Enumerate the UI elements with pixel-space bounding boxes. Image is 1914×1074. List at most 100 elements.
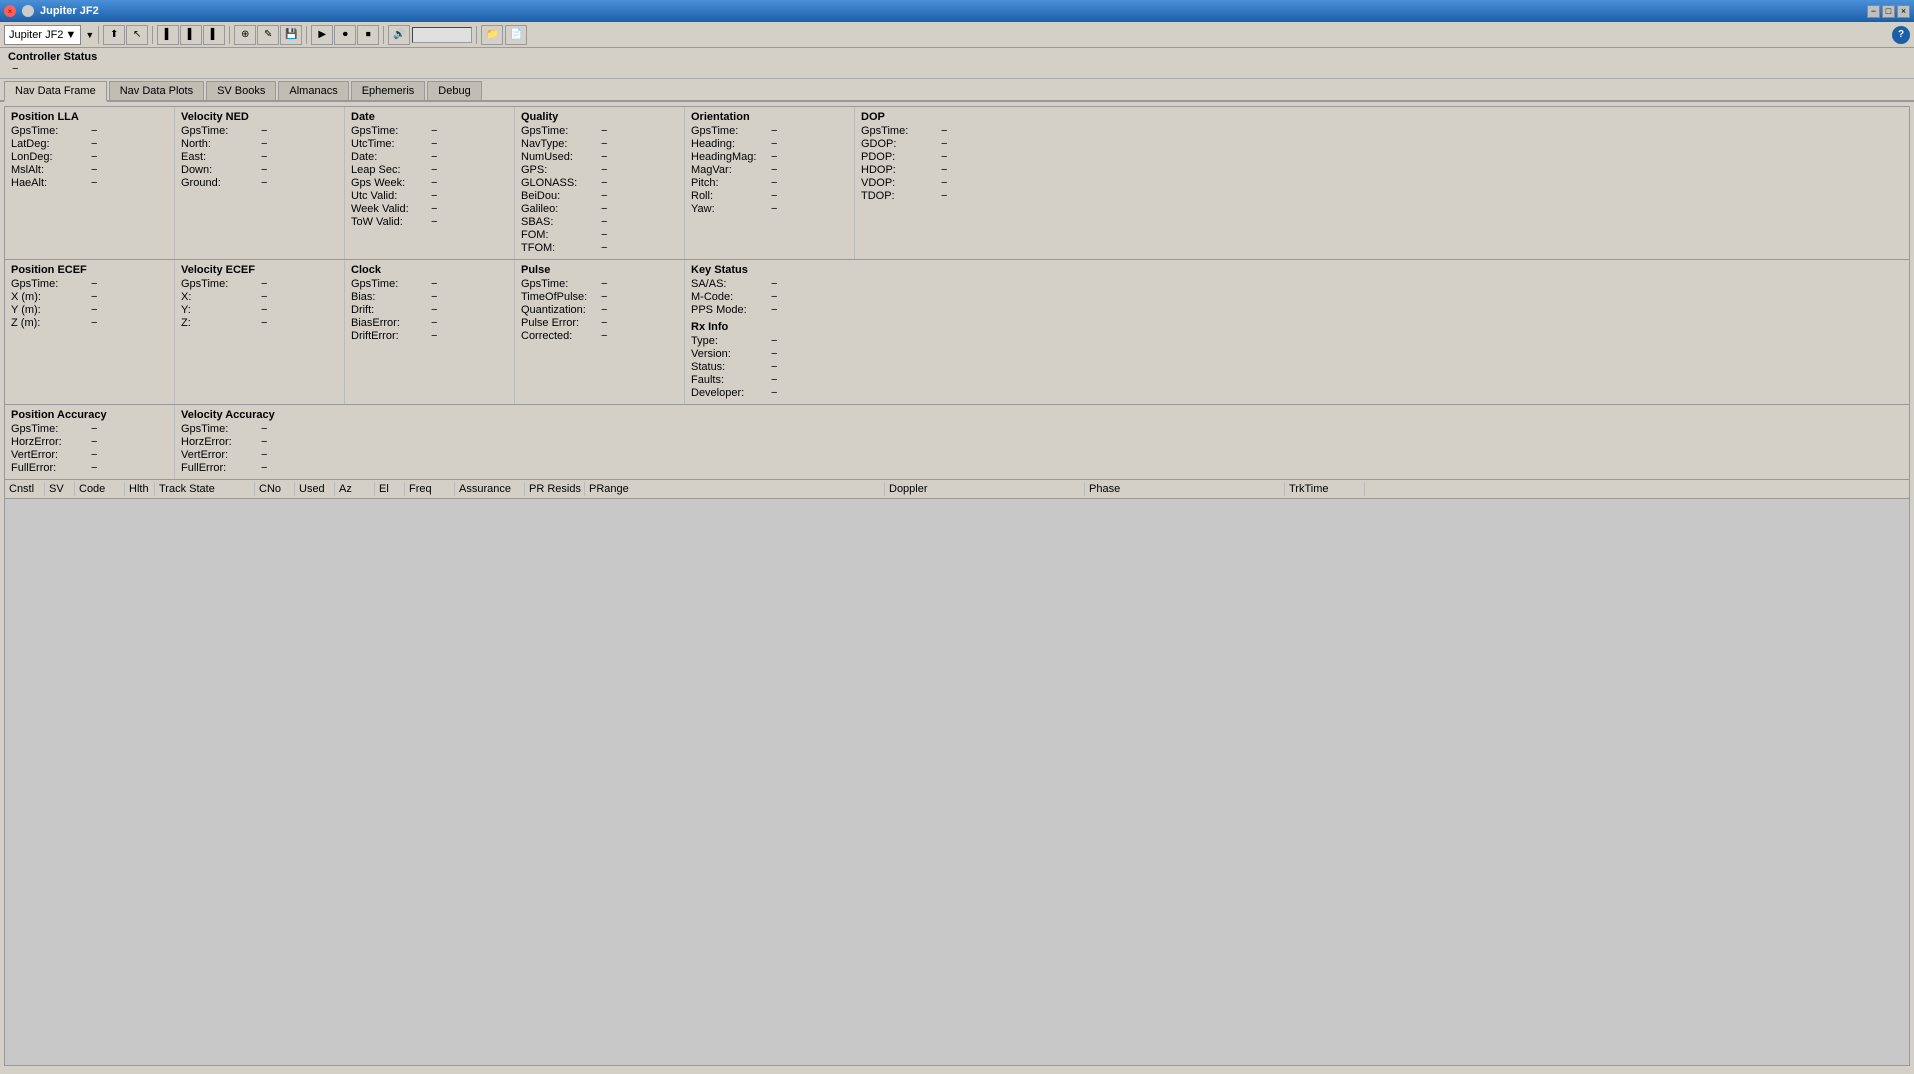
volume-slider[interactable] — [412, 27, 472, 43]
key-status-title: Key Status — [691, 264, 999, 276]
position-ecef-title: Position ECEF — [11, 264, 168, 276]
save-button[interactable]: 💾 — [280, 25, 302, 45]
date-leapsec: Leap Sec: − — [351, 164, 508, 176]
pointer-tool-button[interactable]: ↖ — [126, 25, 148, 45]
col-header-trktime: TrkTime — [1285, 482, 1365, 496]
velacc-verterror: VertError: − — [181, 449, 339, 461]
edit-button[interactable]: ✎ — [257, 25, 279, 45]
quality-title: Quality — [521, 111, 678, 123]
dropdown-arrow: ▼ — [65, 29, 76, 41]
bar-v1-button[interactable]: ▌ — [157, 25, 179, 45]
tab-nav-data-plots[interactable]: Nav Data Plots — [109, 81, 204, 100]
dop-gpstime: GpsTime: − — [861, 125, 1009, 137]
quality-tfom: TFOM: − — [521, 242, 678, 254]
tab-almanacs[interactable]: Almanacs — [278, 81, 348, 100]
pulse-panel: Pulse GpsTime: − TimeOfPulse: − Quantiza… — [515, 260, 685, 404]
col-header-sv: SV — [45, 482, 75, 496]
clock-panel: Clock GpsTime: − Bias: − Drift: − BiasEr… — [345, 260, 515, 404]
col-header-hlth: Hlth — [125, 482, 155, 496]
maximize-button[interactable]: □ — [1882, 5, 1895, 18]
window-close-button[interactable]: × — [1897, 5, 1910, 18]
bar-v3-button[interactable]: ▌ — [203, 25, 225, 45]
rxinfo-developer: Developer: − — [691, 387, 999, 399]
quality-numused: NumUsed: − — [521, 151, 678, 163]
vel-acc-title: Velocity Accuracy — [181, 409, 339, 421]
posacc-horzerror: HorzError: − — [11, 436, 168, 448]
document-button[interactable]: 📄 — [505, 25, 527, 45]
slider-icon: 🔊 — [388, 25, 410, 45]
controller-status-bar: Controller Status − — [0, 48, 1914, 79]
orientation-roll: Roll: − — [691, 190, 848, 202]
rxinfo-status: Status: − — [691, 361, 999, 373]
tab-nav-data-frame[interactable]: Nav Data Frame — [4, 81, 107, 102]
clock-gpstime: GpsTime: − — [351, 278, 508, 290]
controller-status-label: Controller Status — [8, 51, 97, 63]
vel-ned-east: East: − — [181, 151, 338, 163]
dop-vdop: VDOP: − — [861, 177, 1009, 189]
quality-galileo: Galileo: − — [521, 203, 678, 215]
orientation-panel: Orientation GpsTime: − Heading: − Headin… — [685, 107, 855, 259]
rx-info-sub-panel: Rx Info Type: − Version: − Status: − Fau… — [691, 321, 999, 400]
minimize-button[interactable]: − — [1867, 5, 1880, 18]
folder-button[interactable]: 📁 — [481, 25, 503, 45]
velocity-ecef-panel: Velocity ECEF GpsTime: − X: − Y: − Z: − — [175, 260, 345, 404]
col-header-pr-resids: PR Resids — [525, 482, 585, 496]
pulse-title: Pulse — [521, 264, 678, 276]
toolbar-group-1: ⬆ ↖ — [103, 25, 148, 45]
velocity-ecef-title: Velocity ECEF — [181, 264, 338, 276]
device-selector[interactable]: Jupiter JF2 ▼ — [4, 25, 81, 45]
orientation-headingmag: HeadingMag: − — [691, 151, 848, 163]
toolbar-separator-4 — [306, 26, 307, 44]
velocity-ned-panel: Velocity NED GpsTime: − North: − East: −… — [175, 107, 345, 259]
vecef-x: X: − — [181, 291, 338, 303]
date-utctime: UtcTime: − — [351, 138, 508, 150]
rxinfo-version: Version: − — [691, 348, 999, 360]
quality-gpstime: GpsTime: − — [521, 125, 678, 137]
stop-button[interactable]: ⏹ — [357, 25, 379, 45]
quality-sbas: SBAS: − — [521, 216, 678, 228]
dop-pdop: PDOP: − — [861, 151, 1009, 163]
quality-navtype: NavType: − — [521, 138, 678, 150]
quality-gps: GPS: − — [521, 164, 678, 176]
tab-ephemeris[interactable]: Ephemeris — [351, 81, 426, 100]
quality-beidou: BeiDou: − — [521, 190, 678, 202]
tab-debug[interactable]: Debug — [427, 81, 481, 100]
vecef-gpstime: GpsTime: − — [181, 278, 338, 290]
table-header-row: Cnstl SV Code Hlth Track State CNo Used … — [5, 480, 1909, 499]
vel-ned-gpstime: GpsTime: − — [181, 125, 338, 137]
close-button[interactable]: × — [4, 5, 16, 17]
pos-acc-title: Position Accuracy — [11, 409, 168, 421]
play-button[interactable]: ▶ — [311, 25, 333, 45]
clock-biaserror: BiasError: − — [351, 317, 508, 329]
toolbar-separator-5 — [383, 26, 384, 44]
position-accuracy-panel: Position Accuracy GpsTime: − HorzError: … — [5, 405, 175, 479]
tabs-bar: Nav Data Frame Nav Data Plots SV Books A… — [0, 79, 1914, 102]
orientation-title: Orientation — [691, 111, 848, 123]
date-title: Date — [351, 111, 508, 123]
dropdown-arrow-btn[interactable]: ▼ — [85, 30, 94, 40]
pos-lla-latdeg: LatDeg: − — [11, 138, 168, 150]
record-button[interactable]: ⏺ — [334, 25, 356, 45]
bar-v2-button[interactable]: ▌ — [180, 25, 202, 45]
panels-row-2: Position ECEF GpsTime: − X (m): − Y (m):… — [4, 260, 1910, 405]
position-lla-title: Position LLA — [11, 111, 168, 123]
toolbar-group-2: ▌ ▌ ▌ — [157, 25, 225, 45]
help-button[interactable]: ? — [1892, 26, 1910, 44]
connect-button[interactable]: ⊕ — [234, 25, 256, 45]
col-header-prange: PRange — [585, 482, 885, 496]
ecef-z: Z (m): − — [11, 317, 168, 329]
dop-hdop: HDOP: − — [861, 164, 1009, 176]
position-lla-panel: Position LLA GpsTime: − LatDeg: − LonDeg… — [5, 107, 175, 259]
col-header-el: El — [375, 482, 405, 496]
clock-bias: Bias: − — [351, 291, 508, 303]
velocity-accuracy-panel: Velocity Accuracy GpsTime: − HorzError: … — [175, 405, 345, 479]
pulse-corrected: Corrected: − — [521, 330, 678, 342]
toolbar-separator-2 — [152, 26, 153, 44]
velacc-horzerror: HorzError: − — [181, 436, 339, 448]
orientation-yaw: Yaw: − — [691, 203, 848, 215]
posacc-fullerror: FullError: − — [11, 462, 168, 474]
dop-gdop: GDOP: − — [861, 138, 1009, 150]
tab-sv-books[interactable]: SV Books — [206, 81, 276, 100]
vecef-y: Y: − — [181, 304, 338, 316]
cursor-tool-button[interactable]: ⬆ — [103, 25, 125, 45]
